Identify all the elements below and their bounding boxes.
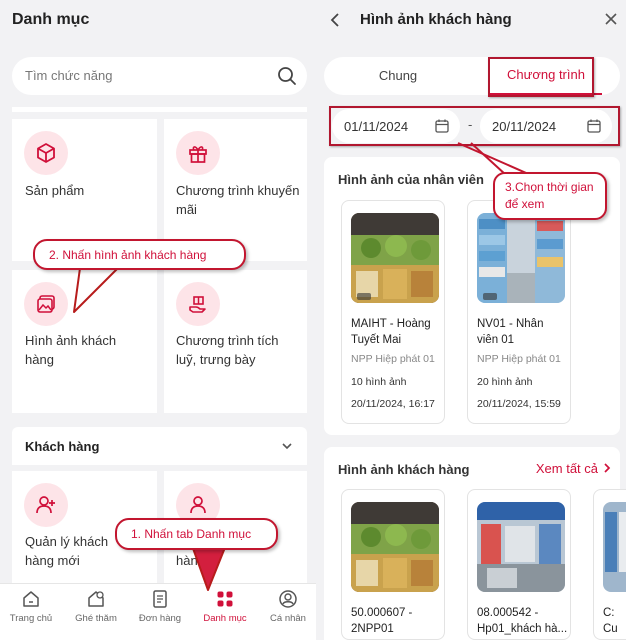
close-icon[interactable] [604,12,618,26]
tile-customer-images[interactable]: Hình ảnh khách hàng [12,270,157,413]
section-title: Hình ảnh của nhân viên [338,172,484,187]
nav-label: Đơn hàng [138,613,182,624]
callout-text: 2. Nhấn hình ảnh khách hàng [49,247,207,262]
callout-step-3: 3.Chọn thời gian để xem [493,172,607,220]
employee-timestamp: 20/11/2024, 15:59 [477,398,561,410]
nav-profile[interactable]: Cá nhân [259,584,317,640]
employee-card[interactable]: MAIHT - Hoàng Tuyết Mai NPP Hiệp phát 01… [341,200,445,424]
employee-name: NV01 - Nhân viên 01 [477,318,544,346]
image-icon [37,295,55,313]
visit-icon [88,591,104,607]
back-icon[interactable] [328,11,342,29]
tab-general[interactable]: Chung [324,57,472,95]
section-customers[interactable]: Khách hàng [12,427,307,465]
nav-label: Trang chủ [9,613,53,624]
tile-label: Chương trình khuyến mãi [176,183,300,217]
customer-card[interactable]: 50.000607 - 2NPP01 [341,489,445,640]
employee-distributor: NPP Hiệp phát 01 [351,353,435,365]
customer-images-panel: Hình ảnh khách hàng Chung Chương trình 0… [316,0,626,640]
profile-icon [279,590,297,608]
tile-icon-bg [176,131,220,175]
tile-loyalty-programs[interactable]: Chương trình tích luỹ, trưng bày [164,270,307,413]
tab-highlight-box [488,57,594,97]
customer-card[interactable]: C: Cu [593,489,626,640]
screen: Danh mục Tìm chức năng Sản phẩm Chương t… [0,0,626,640]
employee-image-count: 20 hình ảnh [477,376,533,388]
employee-distributor: NPP Hiệp phát 01 [477,353,561,365]
bottom-nav: Trang chủ Ghé thăm Đơn hàng Danh mục Cá … [0,583,316,640]
tile-icon-bg [24,483,68,527]
nav-catalog[interactable]: Danh mục [195,584,255,640]
tile-label: Sản phẩm [25,183,85,198]
employee-photo [351,213,439,303]
nav-label: Cá nhân [270,613,306,624]
tile-icon-bg [24,282,68,326]
search-input[interactable]: Tìm chức năng [12,57,307,95]
tile-label: hàng [176,553,205,568]
user-icon [190,496,206,514]
employee-name: MAIHT - Hoàng Tuyết Mai [351,318,431,346]
order-icon [153,590,167,608]
cube-icon [37,143,55,163]
section-title: Hình ảnh khách hàng [338,462,470,477]
chevron-right-icon[interactable] [602,462,612,474]
add-user-icon [36,496,55,514]
nav-label: Ghé thăm [75,613,117,624]
search-icon[interactable] [277,66,297,86]
tile-label: Chương trình tích luỹ, trưng bày [176,333,279,367]
customer-name: 50.000607 - 2NPP01 [351,607,413,635]
employee-photo [477,213,565,303]
callout-step-2: 2. Nhấn hình ảnh khách hàng [33,239,246,270]
callout-step-1: 1. Nhấn tab Danh mục [115,518,278,550]
hand-gift-icon [189,296,206,313]
section-title: Khách hàng [25,439,100,454]
customer-photo [477,502,565,592]
see-all-link[interactable]: Xem tất cả [536,461,598,476]
customer-photo [603,502,626,592]
tile-icon-bg [24,131,68,175]
customer-card[interactable]: 08.000542 - Hp01_khách hà... [467,489,571,640]
customer-name: 08.000542 - Hp01_khách hà... [477,607,568,635]
nav-label: Danh mục [203,613,247,624]
page-title: Danh mục [12,11,90,28]
nav-orders[interactable]: Đơn hàng [131,584,189,640]
panel-header: Hình ảnh khách hàng [316,0,626,40]
employee-card[interactable]: NV01 - Nhân viên 01 NPP Hiệp phát 01 20 … [467,200,571,424]
chevron-down-icon[interactable] [281,440,293,452]
customer-name: C: Cu [603,607,618,635]
employee-timestamp: 20/11/2024, 16:17 [351,398,435,410]
gift-icon [189,146,207,163]
grid-top-edge [12,107,307,112]
date-highlight-box [329,106,620,146]
nav-home[interactable]: Trang chủ [2,584,60,640]
customer-photo [351,502,439,592]
callout-text: 1. Nhấn tab Danh mục [131,527,252,541]
tile-label: Hình ảnh khách hàng [25,333,117,367]
grid-icon [217,591,233,607]
employee-image-count: 10 hình ảnh [351,376,407,388]
panel-title: Hình ảnh khách hàng [360,11,512,28]
home-icon [23,591,39,607]
tile-label: Quản lý khách hàng mới [25,534,109,568]
tile-icon-bg [176,282,220,326]
search-placeholder: Tìm chức năng [25,68,113,83]
callout-text: 3.Chọn thời gian để xem [505,180,594,211]
nav-visit[interactable]: Ghé thăm [66,584,126,640]
